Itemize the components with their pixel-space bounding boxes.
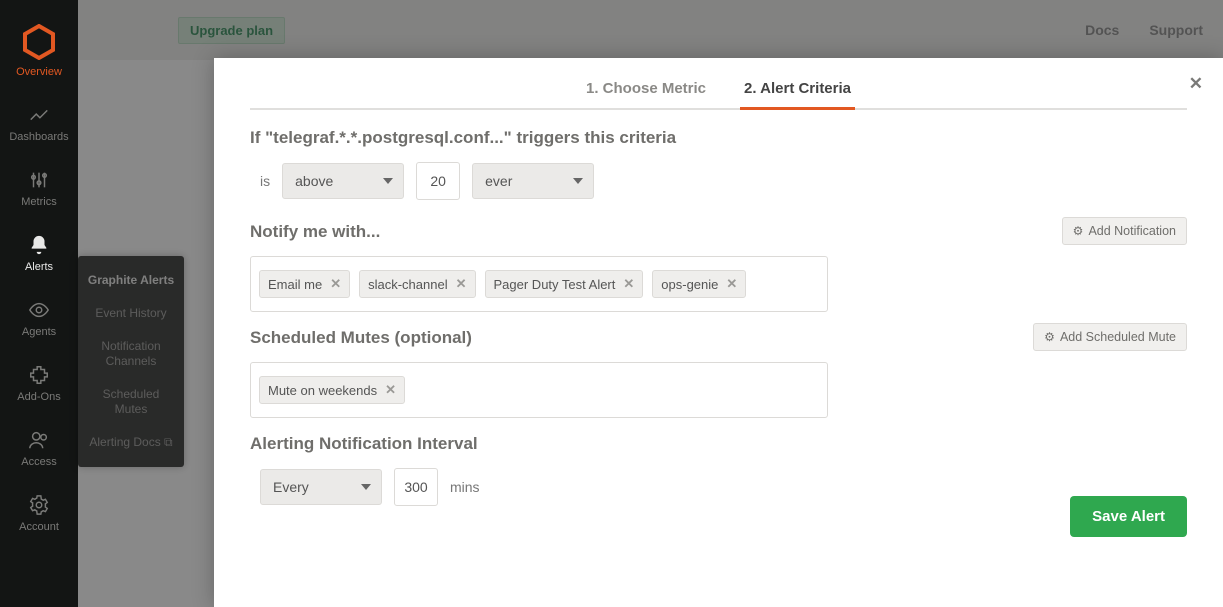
nav-label: Account: [0, 521, 78, 533]
add-scheduled-mute-button[interactable]: ⚙ Add Scheduled Mute: [1033, 323, 1187, 351]
remove-icon[interactable]: ✕: [330, 276, 341, 292]
remove-icon[interactable]: ✕: [456, 276, 467, 292]
comparator-value: above: [295, 173, 333, 189]
is-label: is: [260, 173, 270, 189]
nav-label: Metrics: [0, 196, 78, 208]
trigger-heading: If "telegraf.*.*.postgresql.conf..." tri…: [250, 128, 1187, 148]
nav-account[interactable]: Account: [0, 482, 78, 547]
sliders-icon: [0, 167, 78, 193]
chip-label: Pager Duty Test Alert: [494, 277, 616, 292]
nav-agents[interactable]: Agents: [0, 287, 78, 352]
add-mute-label: Add Scheduled Mute: [1060, 330, 1176, 344]
remove-icon[interactable]: ✕: [726, 276, 737, 292]
users-icon: [0, 427, 78, 453]
chevron-down-icon: [383, 178, 393, 184]
window-select[interactable]: ever: [472, 163, 594, 199]
nav-label: Add-Ons: [0, 391, 78, 403]
threshold-input[interactable]: [416, 162, 460, 200]
notification-chip: Pager Duty Test Alert ✕: [485, 270, 644, 298]
nav-label: Access: [0, 456, 78, 468]
mutes-heading: Scheduled Mutes (optional): [250, 328, 472, 348]
chart-line-icon: [0, 102, 78, 128]
notifications-box[interactable]: Email me ✕ slack-channel ✕ Pager Duty Test…: [250, 256, 828, 312]
interval-heading: Alerting Notification Interval: [250, 434, 1187, 454]
gear-icon: ⚙: [1073, 224, 1084, 238]
notify-heading: Notify me with...: [250, 222, 380, 242]
save-alert-button[interactable]: Save Alert: [1070, 496, 1187, 537]
modal-tabs: 1. Choose Metric 2. Alert Criteria: [250, 78, 1187, 110]
chevron-down-icon: [573, 178, 583, 184]
add-notification-label: Add Notification: [1088, 224, 1176, 238]
puzzle-icon: [0, 362, 78, 388]
gear-icon: [0, 492, 78, 518]
logo-icon: [21, 24, 57, 60]
mutes-box[interactable]: Mute on weekends ✕: [250, 362, 828, 418]
nav-access[interactable]: Access: [0, 417, 78, 482]
mute-chip: Mute on weekends ✕: [259, 376, 405, 404]
nav-metrics[interactable]: Metrics: [0, 157, 78, 222]
eye-icon: [0, 297, 78, 323]
chip-label: slack-channel: [368, 277, 448, 292]
comparator-select[interactable]: above: [282, 163, 404, 199]
close-icon[interactable]: ✕: [1189, 74, 1203, 94]
alert-criteria-modal: ✕ 1. Choose Metric 2. Alert Criteria If …: [214, 58, 1223, 607]
nav-label: Dashboards: [0, 131, 78, 143]
remove-icon[interactable]: ✕: [385, 382, 396, 398]
notification-chip: ops-genie ✕: [652, 270, 746, 298]
tab-choose-metric[interactable]: 1. Choose Metric: [582, 80, 710, 110]
notification-chip: Email me ✕: [259, 270, 350, 298]
nav-alerts[interactable]: Alerts: [0, 222, 78, 287]
chip-label: Email me: [268, 277, 322, 292]
nav-label: Overview: [0, 66, 78, 78]
window-value: ever: [485, 173, 512, 189]
nav-overview[interactable]: Overview: [0, 0, 78, 92]
interval-mode-select[interactable]: Every: [260, 469, 382, 505]
bell-icon: [0, 232, 78, 258]
nav-label: Agents: [0, 326, 78, 338]
interval-value-input[interactable]: [394, 468, 438, 506]
gear-icon: ⚙: [1044, 330, 1055, 344]
tab-alert-criteria[interactable]: 2. Alert Criteria: [740, 80, 855, 110]
notification-chip: slack-channel ✕: [359, 270, 475, 298]
interval-mode-value: Every: [273, 479, 309, 495]
interval-unit: mins: [450, 479, 480, 495]
chip-label: Mute on weekends: [268, 383, 377, 398]
main-nav: Overview Dashboards Metrics Alerts Agent…: [0, 0, 78, 607]
nav-label: Alerts: [0, 261, 78, 273]
chevron-down-icon: [361, 484, 371, 490]
nav-addons[interactable]: Add-Ons: [0, 352, 78, 417]
remove-icon[interactable]: ✕: [623, 276, 634, 292]
add-notification-button[interactable]: ⚙ Add Notification: [1062, 217, 1187, 245]
nav-dashboards[interactable]: Dashboards: [0, 92, 78, 157]
chip-label: ops-genie: [661, 277, 718, 292]
